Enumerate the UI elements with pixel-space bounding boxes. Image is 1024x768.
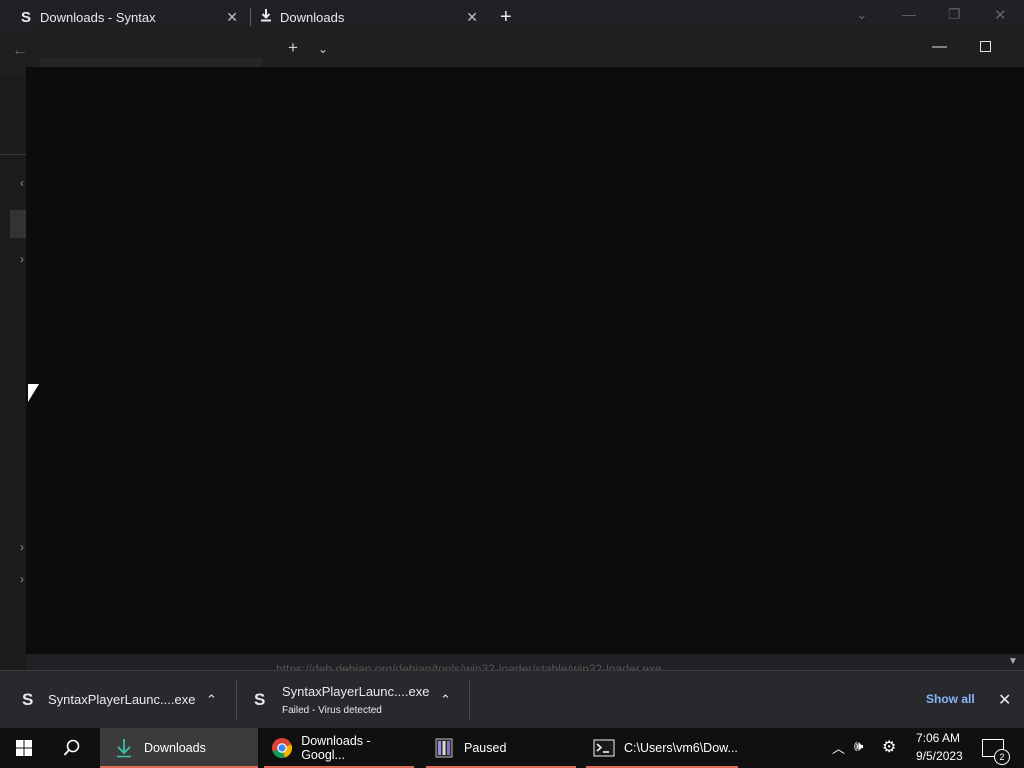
new-tab-button[interactable]: +	[500, 6, 512, 29]
close-icon[interactable]: ✕	[466, 9, 478, 26]
start-button[interactable]	[0, 728, 48, 768]
chevron-up-icon[interactable]: ⌃	[440, 692, 451, 708]
chrome-icon	[270, 736, 293, 760]
mouse-pointer-icon	[28, 384, 39, 402]
close-icon[interactable]: ✕	[226, 9, 238, 26]
terminal-window[interactable]	[26, 27, 1024, 654]
chevron-up-icon[interactable]: ⌃	[206, 692, 217, 708]
shelf-divider	[469, 680, 470, 720]
taskbar-app-label: Downloads	[144, 741, 206, 755]
taskbar-app-label: Downloads - Googl...	[301, 734, 371, 762]
terminal-maximize-icon[interactable]	[980, 41, 991, 52]
download-arrow-icon	[112, 736, 136, 760]
notification-count-badge: 2	[994, 749, 1010, 765]
scroll-down-arrow-icon[interactable]: ▼	[1008, 656, 1018, 667]
terminal-icon	[592, 736, 616, 760]
taskbar-app-paused[interactable]: Paused	[426, 728, 576, 768]
show-all-link[interactable]: Show all	[926, 692, 975, 706]
taskbar-app-label: C:\Users\vm6\Dow...	[624, 741, 738, 755]
windows-logo-icon	[16, 740, 32, 756]
gear-icon[interactable]: ⚙	[882, 737, 896, 757]
terminal-new-tab-button[interactable]: +	[288, 38, 298, 58]
show-hidden-icons-chevron-icon[interactable]: ︿	[832, 738, 845, 757]
syntax-favicon-icon: S	[20, 8, 31, 26]
winrar-icon	[432, 736, 456, 760]
search-button[interactable]	[48, 728, 96, 768]
divider	[0, 154, 26, 155]
download-filename: SyntaxPlayerLaunc....exe	[48, 692, 196, 707]
download-item[interactable]: S SyntaxPlayerLaunc....exe Failed - Viru…	[238, 672, 468, 726]
taskbar-app-terminal[interactable]: C:\Users\vm6\Dow...	[586, 728, 738, 768]
nav-selected-item[interactable]	[10, 210, 26, 238]
clock-date[interactable]: 9/5/2023	[916, 749, 963, 763]
chevron-right-icon[interactable]: ›	[20, 572, 24, 586]
chevron-right-icon[interactable]: ›	[20, 540, 24, 554]
tab-title: Downloads	[280, 9, 345, 25]
volume-icon[interactable]: 🕪	[854, 738, 863, 755]
chevron-right-icon[interactable]: ›	[20, 252, 24, 266]
chevron-left-icon[interactable]: ‹	[20, 176, 24, 190]
tab-divider	[250, 8, 251, 26]
chevron-down-icon[interactable]: ⌄	[318, 42, 328, 56]
close-window-icon[interactable]: ✕	[994, 6, 1007, 24]
tab-title: Downloads - Syntax	[40, 9, 156, 25]
search-icon	[63, 739, 80, 756]
download-filename: SyntaxPlayerLaunc....exe	[282, 684, 430, 699]
download-status: Failed - Virus detected	[282, 705, 382, 716]
tab-search-icon[interactable]: ⌄	[856, 6, 868, 23]
terminal-tab[interactable]	[40, 58, 262, 67]
terminal-minimize-icon[interactable]: —	[932, 38, 947, 55]
syntax-file-icon: S	[22, 690, 34, 709]
minimize-icon[interactable]: —	[902, 6, 916, 22]
clock-time[interactable]: 7:06 AM	[916, 731, 960, 745]
close-icon[interactable]: ✕	[998, 690, 1011, 710]
taskbar-app-chrome[interactable]: Downloads - Googl...	[264, 728, 414, 768]
taskbar-app-downloads[interactable]: Downloads	[100, 728, 258, 768]
download-item[interactable]: S SyntaxPlayerLaunc....exe ⌃	[0, 672, 234, 726]
syntax-file-icon: S	[254, 690, 266, 709]
download-icon	[252, 8, 280, 26]
restore-icon[interactable]: ❐	[948, 6, 961, 23]
shelf-divider	[236, 680, 237, 720]
taskbar-app-label: Paused	[464, 741, 507, 755]
